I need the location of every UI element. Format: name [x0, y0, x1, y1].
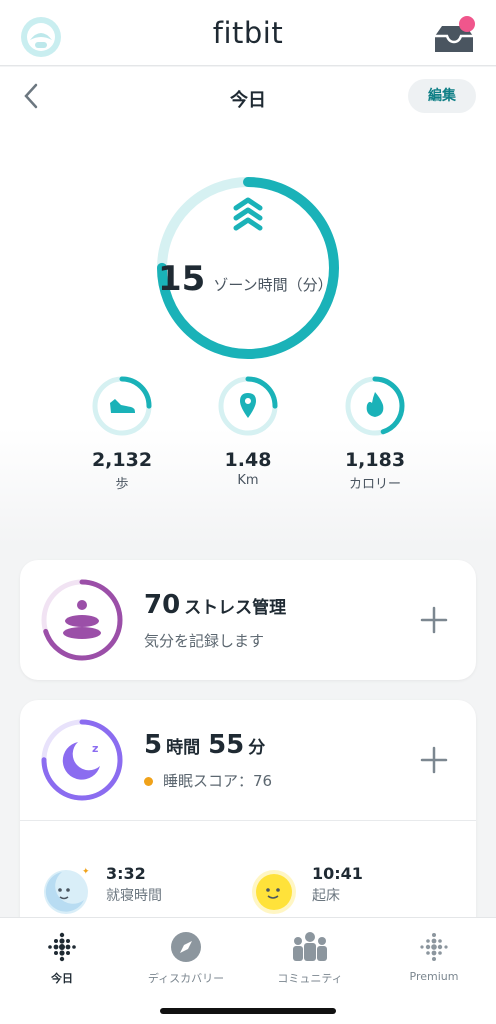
shoe-icon	[110, 399, 135, 413]
bedtime-value: 3:32	[106, 864, 146, 883]
edit-button[interactable]: 編集	[408, 79, 476, 113]
steps-value: 2,132	[91, 449, 153, 471]
wake-value: 10:41	[312, 864, 363, 883]
sub-header: 今日 編集	[0, 67, 496, 125]
tab-discovery-label: ディスカバリー	[147, 972, 225, 985]
wake-item: 10:41 起床	[246, 864, 363, 918]
zone-minutes-value: 15	[158, 259, 206, 299]
tab-community-label: コミュニティ	[277, 972, 343, 985]
bedtime-label: 就寝時間	[106, 888, 162, 904]
tab-today[interactable]: 今日	[0, 930, 124, 986]
stress-ring	[41, 579, 123, 661]
tab-community[interactable]: コミュニティ	[248, 930, 372, 986]
calories-value: 1,183	[344, 449, 406, 471]
distance-stat[interactable]: 1.48 Km	[198, 375, 298, 488]
zone-chevrons-icon	[233, 197, 263, 231]
sleep-score-text: 睡眠スコア：76	[163, 772, 273, 790]
sleep-hours-unit: 時間	[166, 738, 201, 758]
community-icon	[293, 932, 327, 961]
sleep-score: 睡眠スコア：76	[144, 770, 272, 791]
calories-ring	[345, 376, 405, 436]
distance-ring	[218, 376, 278, 436]
tab-discovery[interactable]: ディスカバリー	[124, 930, 248, 986]
sleep-minutes: 55	[208, 730, 245, 760]
sleep-card[interactable]: z 5 時間 55 分 睡眠スコア：76 ✦ 3:32 就寝時間 10:41 起…	[20, 700, 476, 940]
divider	[20, 820, 476, 821]
sleeping-moon-icon: ✦	[44, 867, 90, 914]
sleep-minutes-unit: 分	[248, 738, 266, 758]
stress-score: 70	[144, 590, 181, 620]
home-indicator	[160, 1008, 336, 1014]
notification-badge	[459, 16, 475, 32]
add-stress-button[interactable]	[420, 606, 448, 634]
wake-label: 起床	[312, 888, 340, 904]
zone-minutes-label: ゾーン時間（分）	[213, 276, 333, 294]
svg-text:✦: ✦	[82, 867, 90, 877]
sleep-duration: 5 時間 55 分	[144, 730, 265, 760]
app-logo: fitbit	[212, 16, 284, 50]
steps-stat[interactable]: 2,132 歩	[72, 375, 172, 492]
sleep-hours: 5	[144, 730, 163, 760]
inbox-icon[interactable]	[432, 14, 478, 56]
meditation-icon	[63, 600, 101, 639]
top-bar: fitbit	[0, 0, 496, 66]
location-pin-icon	[240, 393, 256, 418]
sun-face-icon	[252, 870, 296, 914]
tab-premium-label: Premium	[409, 970, 459, 983]
bedtime-item: ✦ 3:32 就寝時間	[40, 864, 162, 918]
today-summary: 15 ゾーン時間（分） 2,132 歩 1.48 Km 1,183 カロリー	[0, 125, 496, 545]
tab-premium[interactable]: Premium	[372, 930, 496, 983]
sleep-ring: z	[41, 719, 123, 801]
stress-subtitle: 気分を記録します	[144, 632, 265, 650]
sleep-score-dot	[144, 777, 153, 786]
calories-stat[interactable]: 1,183 カロリー	[325, 375, 425, 492]
add-sleep-button[interactable]	[420, 746, 448, 774]
stress-label: ストレス管理	[184, 598, 287, 618]
steps-ring	[92, 376, 152, 436]
svg-text:z: z	[92, 742, 98, 755]
calories-unit: カロリー	[348, 477, 401, 492]
zone-minutes-text: 15 ゾーン時間（分）	[158, 259, 358, 299]
stress-card[interactable]: 70 ストレス管理 気分を記録します	[20, 560, 476, 680]
today-dots-icon	[48, 932, 76, 962]
distance-unit: Km	[237, 473, 259, 488]
stress-title: 70 ストレス管理	[144, 590, 286, 620]
steps-unit: 歩	[115, 477, 129, 492]
flame-icon	[366, 392, 384, 417]
distance-value: 1.48	[224, 449, 272, 471]
compass-icon	[171, 932, 201, 962]
tab-today-label: 今日	[51, 972, 73, 985]
premium-dots-icon	[420, 933, 448, 961]
